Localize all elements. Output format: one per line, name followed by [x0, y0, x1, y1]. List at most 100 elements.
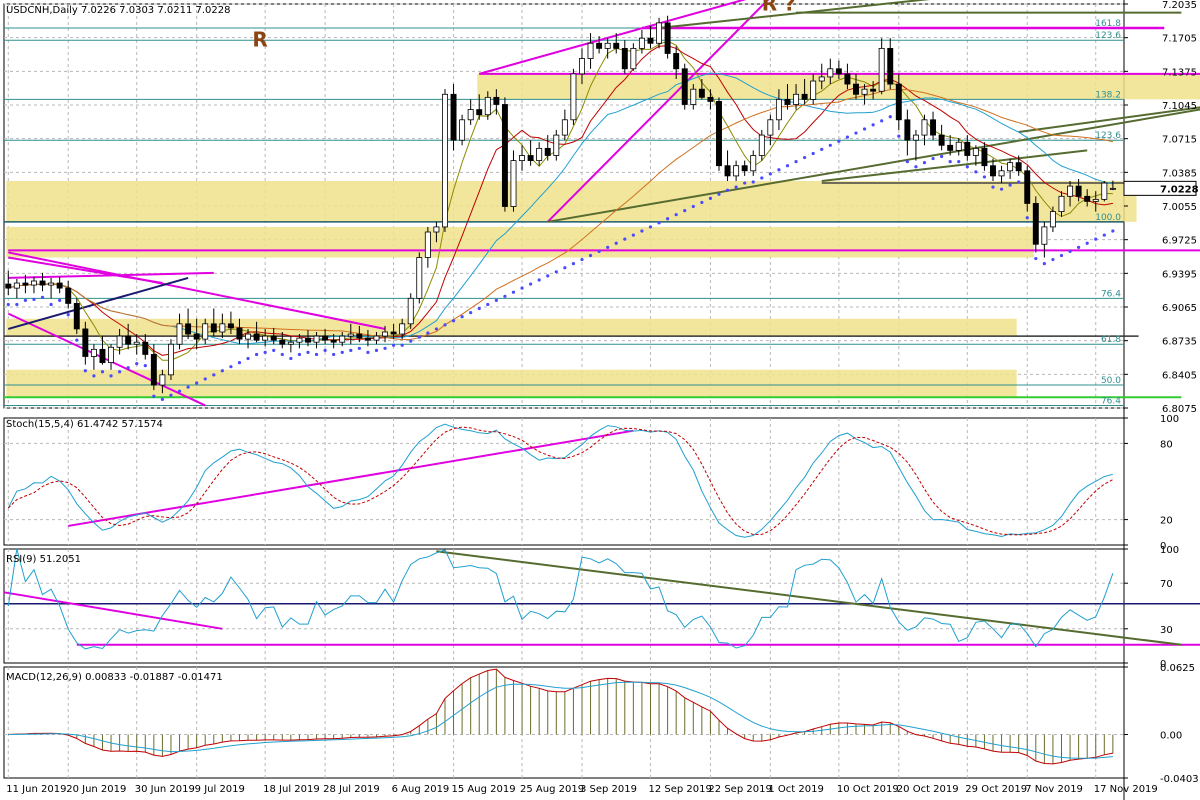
sar-dot	[417, 335, 421, 339]
sar-dot	[614, 241, 618, 245]
candle	[1092, 198, 1099, 202]
candle	[741, 165, 748, 172]
sar-dot	[100, 370, 105, 374]
candle	[493, 96, 500, 105]
candle	[1075, 185, 1082, 197]
sar-dot	[520, 286, 524, 290]
candle	[536, 147, 543, 162]
candle	[510, 160, 517, 207]
stoch-axis-label: 80	[1160, 439, 1173, 450]
sar-dot	[460, 315, 464, 319]
candle	[621, 47, 628, 70]
candle	[1024, 170, 1031, 204]
macd-axis-label: -0.0403	[1160, 774, 1199, 785]
sar-dot	[563, 266, 567, 270]
candle	[193, 333, 200, 340]
sar-dot	[845, 135, 850, 139]
sar-dot	[871, 123, 875, 127]
candle	[5, 283, 12, 289]
sar-dot	[597, 249, 601, 253]
sar-dot	[529, 282, 533, 286]
x-axis-label: 9 Jul 2019	[195, 784, 245, 795]
annotation-label: R ?	[762, 0, 796, 16]
rsi-pane-frame	[3, 548, 1125, 664]
sar-dot	[922, 161, 927, 165]
candle	[861, 88, 868, 95]
candle	[442, 93, 448, 228]
candle	[733, 165, 740, 177]
price-axis-label: 6.8405	[1162, 370, 1197, 381]
candle	[758, 134, 765, 156]
sar-dot	[905, 160, 909, 164]
sar-dot	[117, 370, 122, 374]
sar-dot	[203, 377, 207, 381]
sar-dot	[999, 187, 1004, 191]
stoch-axis-label: 100	[1160, 414, 1179, 425]
candle	[1007, 162, 1014, 172]
price-axis-label: 7.1705	[1162, 34, 1197, 45]
candle	[159, 374, 166, 386]
price-axis-label: 6.9065	[1162, 303, 1197, 314]
candle	[553, 134, 560, 156]
sar-dot	[254, 352, 259, 357]
x-axis-label: 15 Aug 2019	[452, 784, 516, 795]
support-resistance-zone	[6, 226, 1034, 258]
candle	[750, 155, 757, 172]
candle	[416, 257, 423, 299]
candle	[356, 333, 363, 339]
sar-dot	[83, 369, 87, 373]
sar-dot	[349, 348, 353, 352]
sar-dot	[725, 188, 730, 192]
sar-dot	[888, 115, 892, 119]
x-axis-label: 20 Oct 2019	[897, 784, 959, 795]
sar-dot	[332, 352, 336, 357]
sar-dot	[837, 139, 841, 143]
price-axis-label: 6.8735	[1162, 337, 1197, 348]
sar-dot	[186, 385, 190, 389]
candle	[484, 96, 491, 116]
sar-dot	[135, 362, 139, 366]
sar-dot	[160, 397, 165, 401]
rsi-axis-label: 30	[1160, 625, 1173, 636]
sar-dot	[691, 204, 695, 209]
sar-dot	[948, 160, 952, 164]
sar-dot	[571, 262, 576, 266]
sar-dot	[434, 327, 439, 331]
sar-dot	[366, 350, 370, 354]
candle	[998, 170, 1005, 177]
sar-dot	[1077, 245, 1081, 249]
candle	[775, 98, 782, 121]
candle	[219, 323, 226, 333]
fib-level-label: 76.4	[1101, 396, 1121, 406]
candle	[287, 341, 294, 345]
candle	[305, 337, 311, 343]
sar-dot	[143, 364, 147, 368]
sar-dot	[1111, 229, 1115, 233]
candle	[604, 42, 611, 49]
sar-dot	[177, 389, 182, 393]
sar-dot	[451, 319, 456, 323]
candle	[330, 339, 337, 343]
fib-level-label: 138.2	[1095, 90, 1121, 100]
sar-dot	[126, 366, 130, 370]
candle	[467, 109, 474, 121]
candle	[313, 335, 320, 343]
candle	[930, 119, 937, 136]
sar-dot	[777, 168, 781, 172]
candle	[476, 109, 483, 116]
candle	[73, 303, 80, 330]
sar-dot	[383, 346, 387, 350]
candle	[716, 101, 722, 167]
candle	[793, 93, 800, 105]
sar-dot	[246, 356, 250, 361]
candle	[90, 348, 97, 357]
sar-dot	[272, 348, 276, 352]
candle	[561, 119, 568, 136]
candle	[407, 297, 414, 325]
x-axis-label: 17 Nov 2019	[1094, 784, 1158, 795]
sar-dot	[820, 147, 824, 151]
stoch-axis-label: 20	[1160, 516, 1173, 527]
sar-dot	[940, 154, 944, 159]
sar-dot	[494, 298, 498, 302]
sar-dot	[751, 180, 755, 184]
